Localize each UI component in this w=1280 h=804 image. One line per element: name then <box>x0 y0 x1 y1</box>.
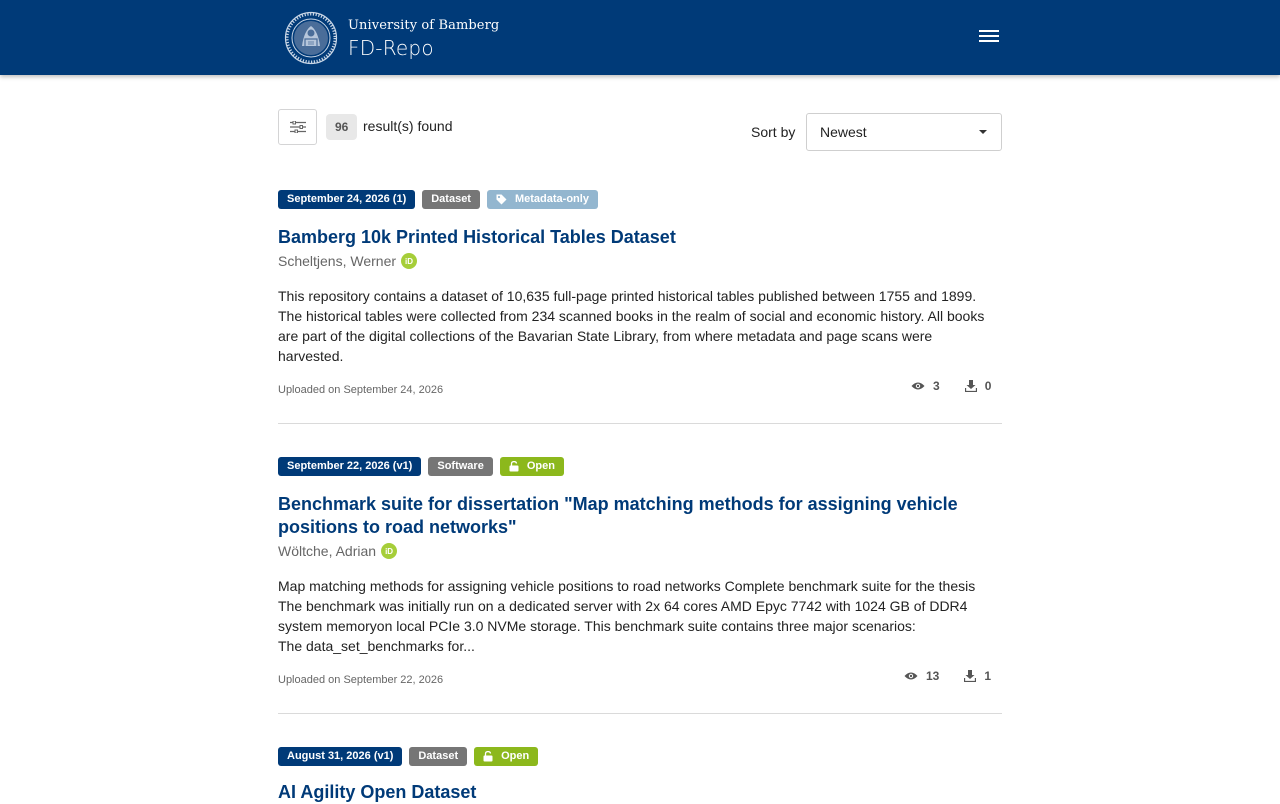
access-status-label: Open <box>499 457 564 476</box>
description-line: are part of the digital collections of t… <box>278 328 933 344</box>
record-divider <box>278 713 1002 714</box>
resource-type-label: Software <box>428 457 493 476</box>
university-seal-icon <box>284 11 338 65</box>
record-author[interactable]: Scheltjens, Werner iD <box>278 253 418 269</box>
record-stats: 3 0 <box>911 379 991 393</box>
description-line: harvested. <box>278 348 344 364</box>
sort-dropdown[interactable]: Newest <box>806 113 1002 151</box>
sliders-icon <box>289 121 306 133</box>
logo-university-name: University of Bamberg <box>348 17 500 33</box>
views-count: 13 <box>926 669 940 683</box>
sort-label: Sort by <box>751 124 796 140</box>
access-status-text: Open <box>526 460 555 472</box>
downloads-stat: 1 <box>964 669 991 683</box>
downloads-stat: 0 <box>964 379 992 393</box>
description-line: The data_set_benchmarks for... <box>278 638 475 654</box>
eye-icon <box>911 382 925 390</box>
downloads-count: 0 <box>984 379 992 393</box>
orcid-icon[interactable]: iD <box>381 543 398 559</box>
hamburger-menu-icon[interactable] <box>977 29 1001 47</box>
record-description: This repository contains a dataset of 10… <box>278 286 1002 366</box>
resource-type-label: Dataset <box>422 190 480 209</box>
access-status-text: Open <box>501 750 530 762</box>
unlock-icon <box>483 751 493 762</box>
downloads-count: 1 <box>984 669 992 683</box>
access-status-label: Metadata-only <box>486 190 598 209</box>
unlock-icon <box>509 461 519 472</box>
upload-date: Uploaded on September 22, 2026 <box>278 674 444 686</box>
record-stats: 13 1 <box>904 669 991 683</box>
record-divider <box>278 423 1002 424</box>
site-header: University of Bamberg FD-Repo <box>0 0 1280 75</box>
filter-toggle-button[interactable] <box>278 109 317 145</box>
site-logo[interactable]: University of Bamberg FD-Repo <box>284 11 499 65</box>
search-results: 96 result(s) found Sort by Newest Septem… <box>278 75 1002 424</box>
record-description: Map matching methods for assigning vehic… <box>278 576 1002 656</box>
resource-type-label: Dataset <box>409 747 468 766</box>
author-name[interactable]: Scheltjens, Werner <box>278 253 396 269</box>
description-line: The historical tables were collected fro… <box>278 308 985 324</box>
results-toolbar: 96 result(s) found Sort by Newest <box>278 75 1002 185</box>
sort-selected-value: Newest <box>820 124 867 140</box>
logo-repo-name: FD-Repo <box>348 35 434 60</box>
author-name[interactable]: Wöltche, Adrian <box>278 543 376 559</box>
description-line: system memoryon local PCIe 3.0 NVMe stor… <box>278 618 916 634</box>
upload-date: Uploaded on September 24, 2026 <box>278 384 444 396</box>
views-count: 3 <box>933 379 940 393</box>
download-icon <box>964 670 977 682</box>
record-title-link[interactable]: AI Agility Open Dataset <box>278 781 476 804</box>
result-count-text: result(s) found <box>363 118 453 134</box>
views-stat: 13 <box>904 669 939 683</box>
description-line: The benchmark was initially run on a ded… <box>278 598 968 614</box>
download-icon <box>964 380 977 392</box>
publication-date-label: August 31, 2026 (v1) <box>278 747 403 766</box>
record-title-link[interactable]: Bamberg 10k Printed Historical Tables Da… <box>278 226 676 249</box>
tag-icon <box>496 194 507 205</box>
result-count-badge: 96 <box>326 114 358 140</box>
record-author[interactable]: Wöltche, Adrian iD <box>278 543 398 559</box>
description-line: Map matching methods for assigning vehic… <box>278 578 976 594</box>
publication-date-label: September 24, 2026 (1) <box>278 190 416 209</box>
record-labels: August 31, 2026 (v1) Dataset Open <box>278 747 539 766</box>
eye-icon <box>904 672 918 680</box>
orcid-icon[interactable]: iD <box>401 253 418 269</box>
record-title-link[interactable]: Benchmark suite for dissertation "Map ma… <box>278 493 1002 539</box>
description-line: This repository contains a dataset of 10… <box>278 288 977 304</box>
access-status-text: Metadata-only <box>514 193 589 205</box>
caret-down-icon <box>979 130 987 134</box>
views-stat: 3 <box>911 379 940 393</box>
record-labels: September 22, 2026 (v1) Software Open <box>278 457 564 476</box>
access-status-label: Open <box>474 747 539 766</box>
publication-date-label: September 22, 2026 (v1) <box>278 457 422 476</box>
